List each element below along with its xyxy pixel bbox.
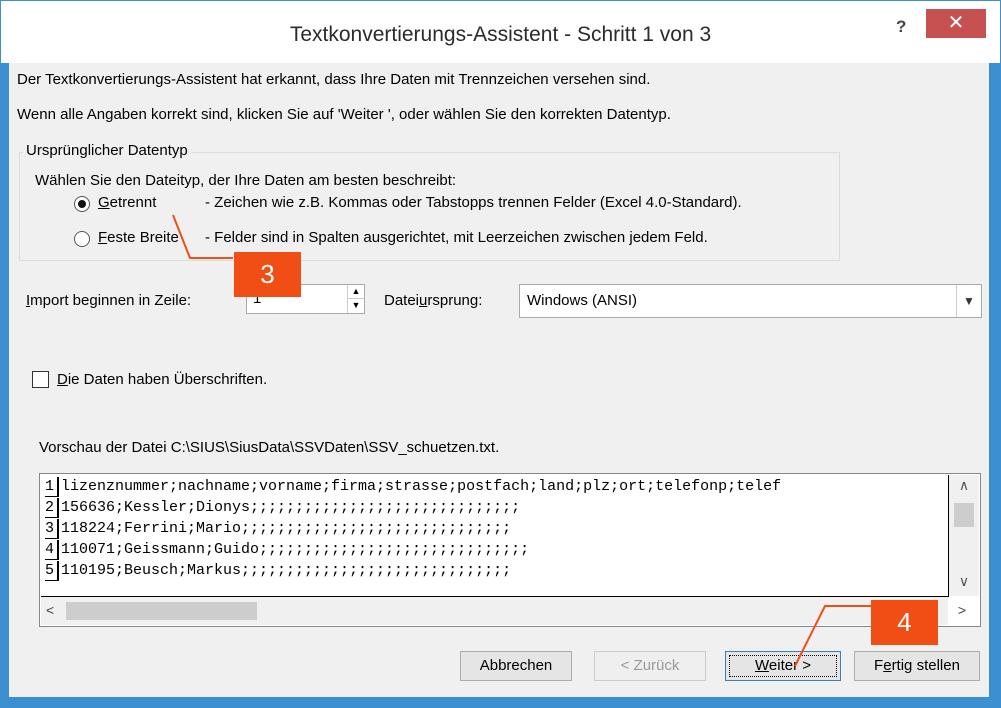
stepper-arrows: ▲ ▼ bbox=[347, 285, 364, 313]
preview-content: 1 lizenznummer;nachname;vorname;firma;str… bbox=[41, 475, 949, 597]
radio-feste-breite-label[interactable]: Feste Breite bbox=[98, 229, 179, 246]
radio-getrennt-indicator[interactable] bbox=[74, 196, 90, 212]
file-origin-value: Windows (ANSI) bbox=[527, 292, 638, 309]
dialog-window: Textkonvertierungs-Assistent - Schritt 1… bbox=[0, 0, 1001, 708]
datatype-group-label: Ursprünglicher Datentyp bbox=[23, 142, 191, 159]
scroll-left-icon[interactable]: < bbox=[46, 602, 54, 618]
next-button-focus: Weiter > bbox=[729, 655, 837, 677]
scroll-down-icon[interactable]: ∨ bbox=[949, 573, 979, 590]
intro-line-1: Der Textkonvertierungs-Assistent hat erk… bbox=[17, 71, 651, 88]
chevron-down-icon[interactable]: ▼ bbox=[956, 285, 981, 317]
close-button[interactable]: ✕ bbox=[926, 9, 986, 38]
preview-row: 2 156636;Kessler;Dionys;;;;;;;;;;;;;;;;;;… bbox=[45, 498, 521, 518]
radio-feste-breite-indicator[interactable] bbox=[74, 231, 90, 247]
scroll-up-icon[interactable]: ∧ bbox=[949, 477, 979, 494]
preview-row: 1 lizenznummer;nachname;vorname;firma;str… bbox=[45, 477, 782, 497]
radio-getrennt-label[interactable]: Getrennt bbox=[98, 194, 156, 211]
radio-selected-dot bbox=[78, 200, 86, 208]
radio-getrennt-description: - Zeichen wie z.B. Kommas oder Tabstopps… bbox=[205, 194, 742, 211]
stepper-up-icon[interactable]: ▲ bbox=[348, 285, 364, 299]
horizontal-scroll-thumb[interactable] bbox=[66, 602, 257, 620]
preview-row: 3 118224;Ferrini;Mario;;;;;;;;;;;;;;;;;;;… bbox=[45, 519, 512, 539]
stepper-down-icon[interactable]: ▼ bbox=[348, 299, 364, 312]
headers-checkbox-label[interactable]: Die Daten haben Überschriften. bbox=[57, 371, 267, 388]
callout-badge-3: 3 bbox=[234, 252, 301, 297]
preview-horizontal-scrollbar[interactable]: < > bbox=[41, 597, 966, 625]
title-bar: Textkonvertierungs-Assistent - Schritt 1… bbox=[1, 1, 1000, 63]
preview-label: Vorschau der Datei C:\SIUS\SiusData\SSVD… bbox=[39, 439, 500, 456]
file-origin-label: Dateiursprung: bbox=[384, 292, 483, 309]
file-origin-dropdown[interactable]: Windows (ANSI) ▼ bbox=[519, 284, 982, 318]
radio-feste-breite-description: - Felder sind in Spalten ausgerichtet, m… bbox=[205, 229, 708, 246]
headers-checkbox[interactable] bbox=[32, 371, 49, 388]
finish-button[interactable]: Fertig stellen bbox=[854, 651, 980, 681]
help-button[interactable]: ? bbox=[896, 17, 906, 37]
preview-vertical-scrollbar[interactable]: ∧ ∨ bbox=[949, 475, 979, 596]
file-preview[interactable]: 1 lizenznummer;nachname;vorname;firma;str… bbox=[39, 473, 981, 627]
intro-line-2: Wenn alle Angaben korrekt sind, klicken … bbox=[17, 106, 671, 123]
callout-badge-4: 4 bbox=[871, 600, 938, 645]
vertical-scroll-thumb[interactable] bbox=[954, 503, 974, 527]
cancel-button[interactable]: Abbrechen bbox=[460, 651, 572, 681]
next-button[interactable]: Weiter > bbox=[725, 651, 841, 681]
preview-row: 4 110071;Geissmann;Guido;;;;;;;;;;;;;;;;;… bbox=[45, 540, 530, 560]
scroll-right-icon[interactable]: > bbox=[958, 602, 966, 618]
close-icon: ✕ bbox=[947, 12, 965, 34]
back-button[interactable]: < Zurück bbox=[594, 651, 706, 681]
dialog-title: Textkonvertierungs-Assistent - Schritt 1… bbox=[289, 23, 712, 46]
preview-row: 5 110195;Beusch;Markus;;;;;;;;;;;;;;;;;;;… bbox=[45, 561, 512, 581]
import-start-label: Import beginnen in Zeile: bbox=[26, 292, 192, 309]
dialog-body: Der Textkonvertierungs-Assistent hat erk… bbox=[9, 63, 989, 697]
datatype-prompt: Wählen Sie den Dateityp, der Ihre Daten … bbox=[35, 172, 457, 189]
